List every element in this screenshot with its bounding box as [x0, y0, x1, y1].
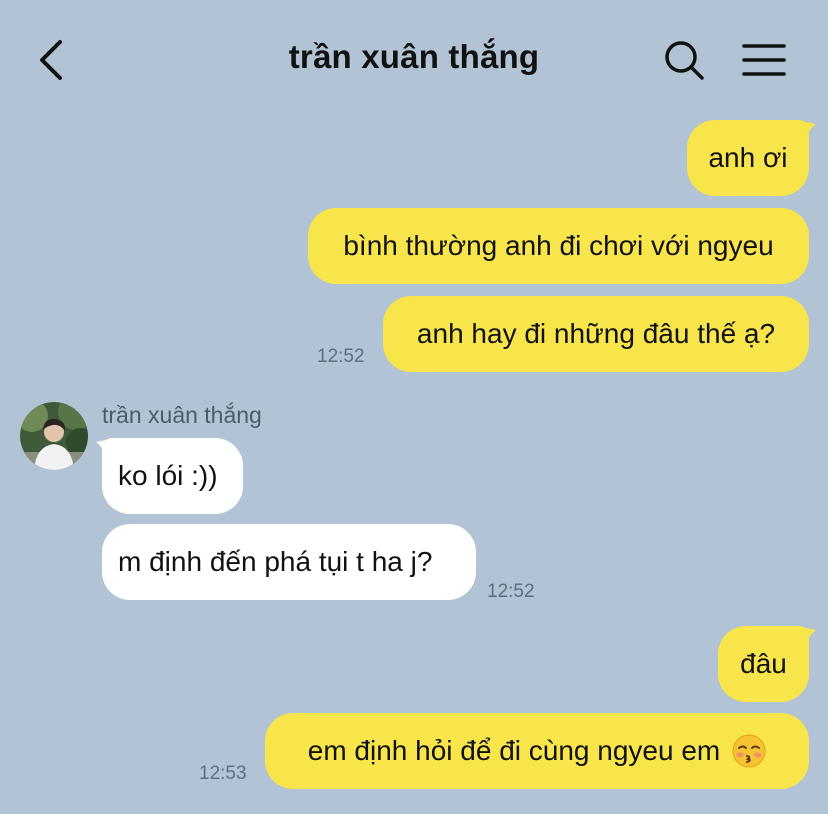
message-timestamp: 12:52: [317, 346, 365, 367]
message-timestamp: 12:52: [487, 581, 535, 602]
message-text: ko lói :)): [118, 460, 218, 491]
message-text: m định đến phá tụi t ha j?: [118, 546, 433, 577]
message-text: anh hay đi những đâu thế ạ?: [416, 318, 776, 349]
message-text: bình thường anh đi chơi với ngyeu: [343, 230, 774, 261]
message-text: anh ơi: [708, 142, 788, 173]
hamburger-menu-icon: [742, 44, 786, 76]
outgoing-message[interactable]: anh hay đi những đâu thế ạ?: [383, 296, 809, 372]
search-icon: [665, 41, 704, 80]
outgoing-message[interactable]: em định hỏi để đi cùng ngyeu em: [265, 713, 809, 789]
message-text: đâu: [740, 648, 787, 679]
sender-name: trần xuân thắng: [102, 402, 262, 428]
bubble-tail: [796, 120, 816, 140]
message-timestamp: 12:53: [199, 763, 247, 784]
profile-photo: [20, 402, 88, 470]
bubble-tail: [796, 626, 816, 646]
outgoing-message[interactable]: anh ơi: [687, 120, 809, 196]
menu-button[interactable]: [740, 40, 788, 80]
search-button[interactable]: [660, 36, 708, 84]
message-text: em định hỏi để đi cùng ngyeu em: [307, 735, 721, 766]
incoming-message[interactable]: m định đến phá tụi t ha j?: [102, 524, 476, 600]
outgoing-message[interactable]: bình thường anh đi chơi với ngyeu: [308, 208, 809, 284]
kissing-face-emoji: [732, 734, 766, 768]
chat-header: trần xuân thắng: [0, 0, 828, 116]
incoming-message[interactable]: ko lói :)): [102, 438, 243, 514]
avatar[interactable]: [20, 402, 88, 470]
